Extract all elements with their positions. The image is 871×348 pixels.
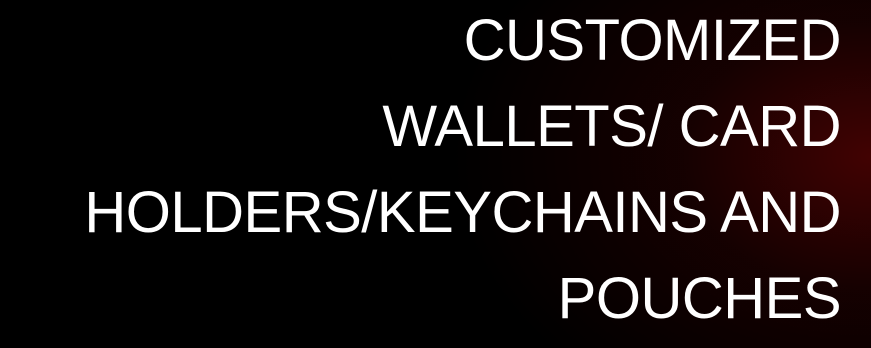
slide-title: CUSTOMIZED WALLETS/ CARD HOLDERS/KEYCHAI… — [11, 0, 841, 342]
title-line-1: CUSTOMIZED — [463, 8, 842, 73]
title-line-3: HOLDERS/KEYCHAINS AND — [84, 180, 841, 245]
title-line-2: WALLETS/ CARD — [382, 94, 841, 159]
slide: CUSTOMIZED WALLETS/ CARD HOLDERS/KEYCHAI… — [0, 0, 871, 348]
title-line-4: POUCHES — [557, 266, 842, 331]
